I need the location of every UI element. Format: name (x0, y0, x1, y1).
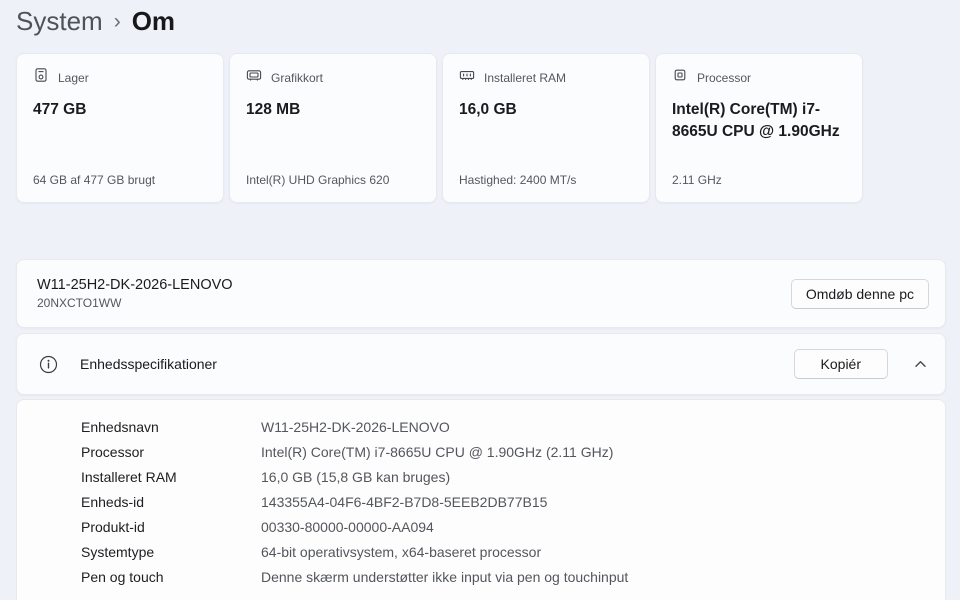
processor-card-header: Processor (672, 67, 846, 88)
processor-card-label: Processor (697, 71, 751, 85)
chevron-up-icon[interactable] (914, 358, 927, 371)
graphics-card: Grafikkort 128 MB Intel(R) UHD Graphics … (229, 53, 437, 203)
info-icon (39, 355, 58, 374)
spec-row-system-type: Systemtype 64-bit operativsystem, x64-ba… (81, 539, 945, 564)
spec-value: 00330-80000-00000-AA094 (261, 519, 434, 535)
spec-label: Processor (81, 444, 261, 460)
device-model: 20NXCTO1WW (37, 296, 233, 310)
breadcrumb-system-link[interactable]: System (16, 6, 103, 37)
spec-label: Enheds-id (81, 494, 261, 510)
page-title: Om (132, 6, 175, 37)
device-specs-expander-header[interactable]: Enhedsspecifikationer Kopiér (16, 333, 946, 395)
processor-card-caption: 2.11 GHz (672, 173, 846, 187)
ram-icon (459, 67, 475, 88)
spec-value: Intel(R) Core(TM) i7-8665U CPU @ 1.90GHz… (261, 444, 613, 460)
graphics-card-label: Grafikkort (271, 71, 323, 85)
spec-value: 143355A4-04F6-4BF2-B7D8-5EEB2DB77B15 (261, 494, 547, 510)
storage-card: Lager 477 GB 64 GB af 477 GB brugt (16, 53, 224, 203)
ram-card-caption: Hastighed: 2400 MT/s (459, 173, 633, 187)
device-specs-content: Enhedsnavn W11-25H2-DK-2026-LENOVO Proce… (16, 399, 946, 600)
device-specs-title: Enhedsspecifikationer (80, 356, 217, 372)
spec-label: Pen og touch (81, 569, 261, 585)
breadcrumb: System › Om (16, 0, 944, 38)
spec-label: Installeret RAM (81, 469, 261, 485)
storage-card-header: Lager (33, 67, 207, 88)
breadcrumb-separator-icon: › (114, 8, 121, 34)
graphics-card-value: 128 MB (246, 99, 420, 121)
spec-value: 64-bit operativsystem, x64-baseret proce… (261, 544, 541, 560)
spec-value: Denne skærm understøtter ikke input via … (261, 569, 628, 585)
rename-pc-button[interactable]: Omdøb denne pc (791, 279, 929, 309)
cpu-icon (672, 67, 688, 88)
spec-value: W11-25H2-DK-2026-LENOVO (261, 419, 450, 435)
spec-value: 16,0 GB (15,8 GB kan bruges) (261, 469, 450, 485)
ram-card: Installeret RAM 16,0 GB Hastighed: 2400 … (442, 53, 650, 203)
gpu-icon (246, 67, 262, 88)
spec-row-product-id: Produkt-id 00330-80000-00000-AA094 (81, 514, 945, 539)
spec-row-pen-touch: Pen og touch Denne skærm understøtter ik… (81, 564, 945, 589)
device-name-panel: W11-25H2-DK-2026-LENOVO 20NXCTO1WW Omdøb… (16, 259, 946, 328)
summary-cards-row: Lager 477 GB 64 GB af 477 GB brugt Grafi… (16, 53, 944, 203)
spec-label: Produkt-id (81, 519, 261, 535)
spec-row-processor: Processor Intel(R) Core(TM) i7-8665U CPU… (81, 439, 945, 464)
spec-label: Systemtype (81, 544, 261, 560)
device-name: W11-25H2-DK-2026-LENOVO (37, 277, 233, 293)
spec-row-device-id: Enheds-id 143355A4-04F6-4BF2-B7D8-5EEB2D… (81, 489, 945, 514)
spec-row-device-name: Enhedsnavn W11-25H2-DK-2026-LENOVO (81, 414, 945, 439)
spec-label: Enhedsnavn (81, 419, 261, 435)
processor-card: Processor Intel(R) Core(TM) i7-8665U CPU… (655, 53, 863, 203)
device-name-block: W11-25H2-DK-2026-LENOVO 20NXCTO1WW (37, 277, 233, 310)
ram-card-label: Installeret RAM (484, 71, 566, 85)
ram-card-value: 16,0 GB (459, 99, 633, 121)
settings-about-page: System › Om Lager 477 GB 64 GB af 477 GB… (0, 0, 960, 600)
storage-card-value: 477 GB (33, 99, 207, 121)
spec-row-installed-ram: Installeret RAM 16,0 GB (15,8 GB kan bru… (81, 464, 945, 489)
ram-card-header: Installeret RAM (459, 67, 633, 88)
graphics-card-caption: Intel(R) UHD Graphics 620 (246, 173, 420, 187)
storage-icon (33, 67, 49, 88)
graphics-card-header: Grafikkort (246, 67, 420, 88)
storage-card-caption: 64 GB af 477 GB brugt (33, 173, 207, 187)
copy-specs-button[interactable]: Kopiér (794, 349, 888, 379)
processor-card-value: Intel(R) Core(TM) i7-8665U CPU @ 1.90GHz (672, 99, 846, 143)
storage-card-label: Lager (58, 71, 89, 85)
